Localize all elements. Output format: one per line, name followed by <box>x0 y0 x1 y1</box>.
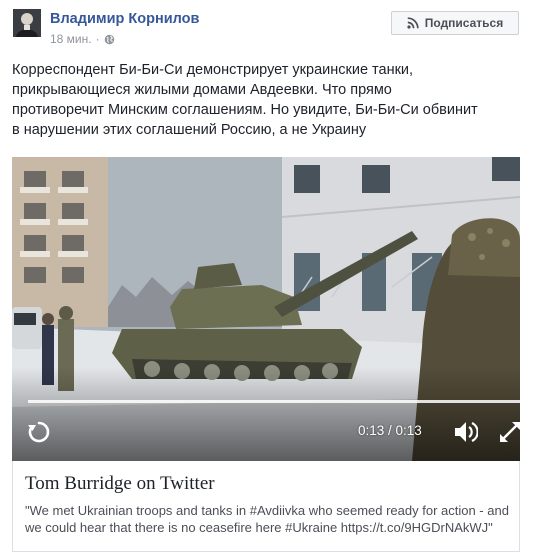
subscribe-label: Подписаться <box>424 16 504 30</box>
author-avatar[interactable] <box>13 9 41 37</box>
post-meta: 18 мин. · <box>50 32 115 46</box>
link-description: "We met Ukrainian troops and tanks in #A… <box>25 503 509 535</box>
link-title[interactable]: Tom Burridge on Twitter <box>25 473 215 495</box>
author-name[interactable]: Владимир Корнилов <box>50 11 199 27</box>
video-frame <box>12 157 520 461</box>
volume-icon[interactable] <box>452 419 478 445</box>
facebook-post: Владимир Корнилов 18 мин. · Подписаться … <box>0 0 533 552</box>
subscribe-button[interactable]: Подписаться <box>391 11 519 35</box>
rss-icon <box>407 17 419 29</box>
replay-icon[interactable] <box>26 419 52 445</box>
video-progress-bar[interactable] <box>28 400 520 403</box>
fullscreen-icon[interactable] <box>498 419 520 445</box>
video-timecode: 0:13 / 0:13 <box>358 423 422 438</box>
globe-icon[interactable] <box>104 34 115 45</box>
link-preview-card[interactable]: Tom Burridge on Twitter "We met Ukrainia… <box>12 461 520 552</box>
video-player[interactable]: 0:13 / 0:13 <box>12 157 520 461</box>
post-text: Корреспондент Би-Би-Си демонстрирует укр… <box>12 62 478 138</box>
post-timestamp[interactable]: 18 мин. <box>50 32 92 46</box>
